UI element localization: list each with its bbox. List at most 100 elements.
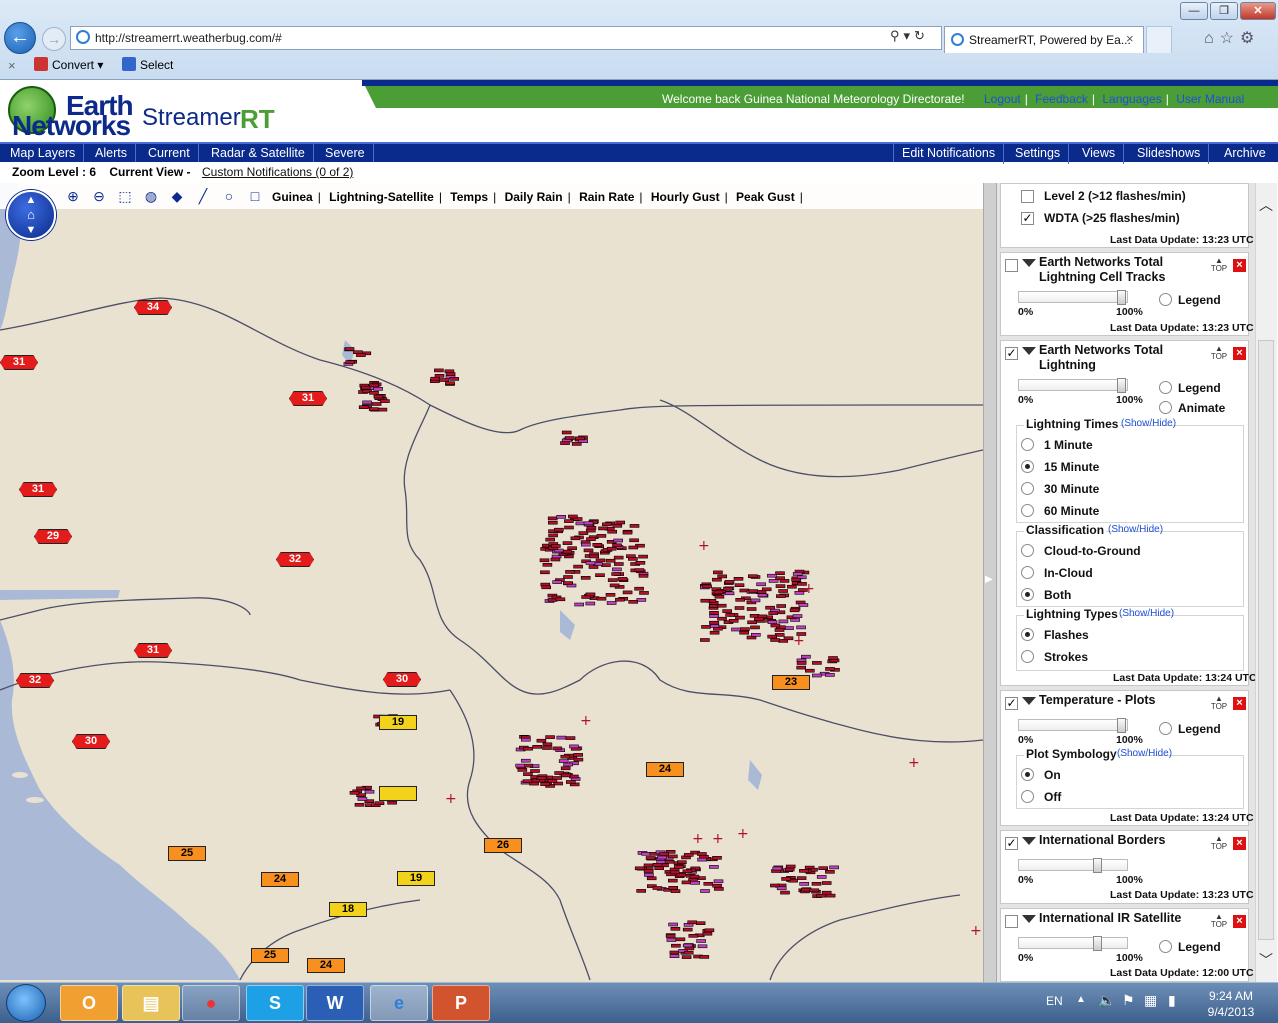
symbology-off-radio[interactable] — [1021, 790, 1034, 803]
legend-radio[interactable] — [1159, 293, 1172, 306]
nav-archive[interactable]: Archive — [1216, 144, 1274, 164]
user-manual-link[interactable]: User Manual — [1176, 92, 1244, 106]
temperature-marker[interactable]: 34 — [134, 300, 172, 315]
times-showhide-link[interactable]: (Show/Hide) — [1121, 418, 1176, 429]
view-peak-gust[interactable]: Peak Gust — [736, 190, 795, 204]
temperature-marker[interactable]: 25 — [251, 948, 289, 963]
cg-radio[interactable] — [1021, 544, 1034, 557]
explorer-taskbar-icon[interactable]: ▤ — [122, 985, 180, 1021]
search-refresh-icons[interactable]: ⚲▾↻ — [890, 28, 929, 44]
signal-icon[interactable]: ▮ — [1168, 992, 1176, 1009]
temperature-marker[interactable]: 19 — [379, 715, 417, 730]
opacity-slider[interactable] — [1018, 718, 1128, 733]
scrollbar-thumb[interactable] — [1258, 340, 1274, 940]
opacity-slider[interactable] — [1018, 290, 1128, 305]
collapse-triangle-icon[interactable] — [1022, 915, 1036, 923]
move-top-icon[interactable]: ▲ TOP — [1209, 835, 1229, 851]
slider-thumb[interactable] — [1093, 936, 1102, 951]
symbology-showhide-link[interactable]: (Show/Hide) — [1117, 748, 1172, 759]
home-favorites-tools-icons[interactable]: ⌂☆⚙ — [1204, 28, 1260, 48]
temperature-marker[interactable]: 24 — [646, 762, 684, 777]
temperature-checkbox[interactable]: ✓ — [1005, 697, 1018, 710]
legend-radio[interactable] — [1159, 722, 1172, 735]
temperature-marker[interactable]: 25 — [168, 846, 206, 861]
remove-layer-icon[interactable]: × — [1233, 697, 1246, 710]
outlook-taskbar-icon[interactable]: O — [60, 985, 118, 1021]
types-showhide-link[interactable]: (Show/Hide) — [1119, 608, 1174, 619]
ie-taskbar-icon[interactable]: e — [370, 985, 428, 1021]
map-canvas[interactable]: + + + + + + + + + + 34 31 31 31 29 32 31 32 30 30 19 23 24 26 2… — [0, 183, 983, 982]
level2-checkbox[interactable] — [1021, 190, 1034, 203]
temperature-marker[interactable]: 31 — [134, 643, 172, 658]
pan-control[interactable]: ▲ ⌂ ▼ — [6, 190, 56, 240]
temperature-marker[interactable]: 24 — [261, 872, 299, 887]
remove-layer-icon[interactable]: × — [1233, 915, 1246, 928]
move-top-icon[interactable]: ▲ TOP — [1209, 913, 1229, 929]
legend-radio[interactable] — [1159, 381, 1172, 394]
symbology-on-radio[interactable] — [1021, 768, 1034, 781]
borders-checkbox[interactable]: ✓ — [1005, 837, 1018, 850]
globe-icon[interactable]: ◍ — [142, 187, 160, 205]
remove-layer-icon[interactable]: × — [1233, 347, 1246, 360]
temperature-marker[interactable]: 31 — [289, 391, 327, 406]
close-toolbar-icon[interactable]: × — [8, 58, 16, 73]
restore-button[interactable]: ❐ — [1210, 2, 1238, 20]
view-rain-rate[interactable]: Rain Rate — [579, 190, 634, 204]
opacity-slider[interactable] — [1018, 378, 1128, 393]
scroll-up-icon[interactable]: ︿ — [1259, 195, 1273, 215]
temperature-marker[interactable]: 29 — [34, 529, 72, 544]
minimize-button[interactable]: — — [1180, 2, 1208, 20]
temperature-marker[interactable] — [379, 786, 417, 801]
new-tab-button[interactable] — [1146, 26, 1172, 53]
legend-radio[interactable] — [1159, 940, 1172, 953]
flag-icon[interactable]: ⚑ — [1122, 992, 1135, 1009]
zoom-out-icon[interactable]: ⊖ — [90, 187, 108, 205]
nav-edit-notifications[interactable]: Edit Notifications — [893, 144, 1005, 164]
collapse-triangle-icon[interactable] — [1022, 697, 1036, 705]
scroll-down-icon[interactable]: ﹀ — [1259, 950, 1273, 970]
temperature-marker[interactable]: 30 — [383, 672, 421, 687]
time-1-radio[interactable] — [1021, 438, 1034, 451]
languages-link[interactable]: Languages — [1102, 92, 1161, 106]
remove-layer-icon[interactable]: × — [1233, 837, 1246, 850]
satellite-checkbox[interactable] — [1005, 915, 1018, 928]
collapse-triangle-icon[interactable] — [1022, 837, 1036, 845]
slider-thumb[interactable] — [1117, 718, 1126, 733]
move-top-icon[interactable]: ▲ TOP — [1209, 257, 1229, 273]
temperature-marker[interactable]: 24 — [307, 958, 345, 973]
nav-settings[interactable]: Settings — [1007, 144, 1070, 164]
both-radio[interactable] — [1021, 588, 1034, 601]
wdta-checkbox[interactable]: ✓ — [1021, 212, 1034, 225]
logout-link[interactable]: Logout — [984, 92, 1021, 106]
nav-current[interactable]: Current — [140, 144, 199, 164]
opacity-slider[interactable] — [1018, 858, 1128, 873]
temperature-marker[interactable]: 19 — [397, 871, 435, 886]
forward-button[interactable]: → — [42, 27, 66, 51]
ruler-icon[interactable]: ◆ — [168, 187, 186, 205]
slider-thumb[interactable] — [1117, 378, 1126, 393]
zoom-box-icon[interactable]: ⬚ — [116, 187, 134, 205]
temperature-marker[interactable]: 18 — [329, 902, 367, 917]
close-window-button[interactable]: ✕ — [1240, 2, 1276, 20]
nav-slideshows[interactable]: Slideshows — [1129, 144, 1210, 164]
lightning-checkbox[interactable]: ✓ — [1005, 347, 1018, 360]
nav-severe[interactable]: Severe — [317, 144, 374, 164]
move-top-icon[interactable]: ▲ TOP — [1209, 695, 1229, 711]
temperature-marker[interactable]: 32 — [16, 673, 54, 688]
pan-up-icon[interactable]: ▲ — [8, 194, 54, 206]
show-hidden-icons[interactable]: ▲ — [1076, 994, 1086, 1005]
animate-radio[interactable] — [1159, 401, 1172, 414]
time-60-radio[interactable] — [1021, 504, 1034, 517]
temperature-marker[interactable]: 32 — [276, 552, 314, 567]
splitter-arrow-icon[interactable]: ▶ — [985, 574, 993, 585]
select-button[interactable]: Select — [122, 57, 173, 72]
address-bar[interactable]: http://streamerrt.weatherbug.com/# — [70, 26, 942, 50]
collapse-triangle-icon[interactable] — [1022, 347, 1036, 355]
volume-icon[interactable]: 🔈 — [1098, 992, 1115, 1009]
move-top-icon[interactable]: ▲ TOP — [1209, 345, 1229, 361]
feedback-link[interactable]: Feedback — [1035, 92, 1088, 106]
temperature-marker[interactable]: 26 — [484, 838, 522, 853]
remove-layer-icon[interactable]: × — [1233, 259, 1246, 272]
tab-close-icon[interactable]: × — [1126, 31, 1134, 46]
rectangle-tool-icon[interactable]: □ — [246, 187, 264, 205]
